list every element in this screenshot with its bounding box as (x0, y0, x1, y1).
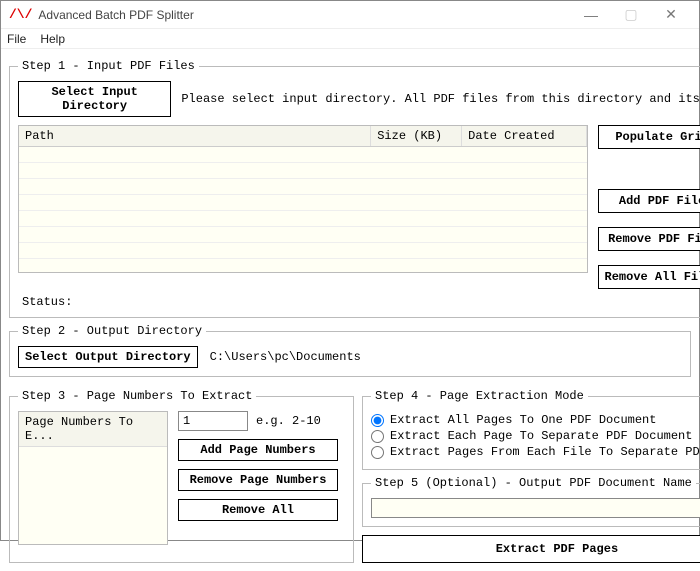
table-row (19, 179, 587, 195)
col-size[interactable]: Size (KB) (371, 126, 462, 146)
step4-legend: Step 4 - Page Extraction Mode (371, 389, 588, 403)
page-numbers-list[interactable]: Page Numbers To E... (18, 411, 168, 545)
radio-label: Extract Each Page To Separate PDF Docume… (390, 429, 692, 443)
step2-legend: Step 2 - Output Directory (18, 324, 206, 338)
menu-help[interactable]: Help (40, 32, 65, 46)
grid-header: Path Size (KB) Date Created (19, 126, 587, 147)
radio-extract-all-to-one-input[interactable] (371, 414, 384, 427)
close-button[interactable]: ✕ (651, 2, 691, 28)
step5-legend: Step 5 (Optional) - Output PDF Document … (371, 476, 696, 490)
add-pdf-file-button[interactable]: Add PDF File (598, 189, 700, 213)
files-grid[interactable]: Path Size (KB) Date Created (18, 125, 588, 273)
page-numbers-list-header: Page Numbers To E... (19, 412, 167, 447)
window-title: Advanced Batch PDF Splitter (38, 8, 571, 22)
step1-group: Step 1 - Input PDF Files Select Input Di… (9, 59, 700, 318)
add-page-numbers-button[interactable]: Add Page Numbers (178, 439, 338, 461)
radio-extract-from-each-file-input[interactable] (371, 446, 384, 459)
select-input-directory-button[interactable]: Select Input Directory (18, 81, 171, 117)
maximize-button[interactable]: ▢ (611, 2, 651, 28)
remove-page-numbers-button[interactable]: Remove Page Numbers (178, 469, 338, 491)
step1-legend: Step 1 - Input PDF Files (18, 59, 199, 73)
select-output-directory-button[interactable]: Select Output Directory (18, 346, 198, 368)
col-date[interactable]: Date Created (462, 126, 587, 146)
page-numbers-hint: e.g. 2-10 (256, 414, 321, 428)
minimize-button[interactable]: — (571, 2, 611, 28)
window-controls: — ▢ ✕ (571, 2, 691, 28)
radio-label: Extract All Pages To One PDF Document (390, 413, 656, 427)
output-directory-path: C:\Users\pc\Documents (210, 350, 361, 364)
remove-all-page-numbers-button[interactable]: Remove All (178, 499, 338, 521)
table-row (19, 211, 587, 227)
radio-extract-from-each-file[interactable]: Extract Pages From Each File To Separate… (371, 445, 700, 459)
titlebar: /\/ Advanced Batch PDF Splitter — ▢ ✕ (1, 1, 699, 29)
remove-all-files-button[interactable]: Remove All Files (598, 265, 700, 289)
step1-instruction: Please select input directory. All PDF f… (181, 92, 700, 106)
table-row (19, 243, 587, 259)
step2-group: Step 2 - Output Directory Select Output … (9, 324, 691, 377)
page-numbers-input[interactable] (178, 411, 248, 431)
step3-legend: Step 3 - Page Numbers To Extract (18, 389, 256, 403)
step5-group: Step 5 (Optional) - Output PDF Document … (362, 476, 700, 527)
app-icon: /\/ (9, 7, 32, 22)
extract-pdf-pages-button[interactable]: Extract PDF Pages (362, 535, 700, 563)
output-document-name-input[interactable] (371, 498, 700, 518)
table-row (19, 195, 587, 211)
status-label: Status: (22, 295, 700, 309)
remove-pdf-file-button[interactable]: Remove PDF File (598, 227, 700, 251)
radio-label: Extract Pages From Each File To Separate… (390, 445, 700, 459)
menubar: File Help (1, 29, 699, 49)
step3-group: Step 3 - Page Numbers To Extract Page Nu… (9, 389, 354, 563)
table-row (19, 227, 587, 243)
menu-file[interactable]: File (7, 32, 26, 46)
radio-extract-all-to-one[interactable]: Extract All Pages To One PDF Document (371, 413, 700, 427)
grid-body (19, 147, 587, 259)
populate-grid-button[interactable]: Populate Grid (598, 125, 700, 149)
table-row (19, 163, 587, 179)
step4-group: Step 4 - Page Extraction Mode Extract Al… (362, 389, 700, 470)
radio-extract-each-separate-input[interactable] (371, 430, 384, 443)
radio-extract-each-separate[interactable]: Extract Each Page To Separate PDF Docume… (371, 429, 700, 443)
table-row (19, 147, 587, 163)
col-path[interactable]: Path (19, 126, 371, 146)
